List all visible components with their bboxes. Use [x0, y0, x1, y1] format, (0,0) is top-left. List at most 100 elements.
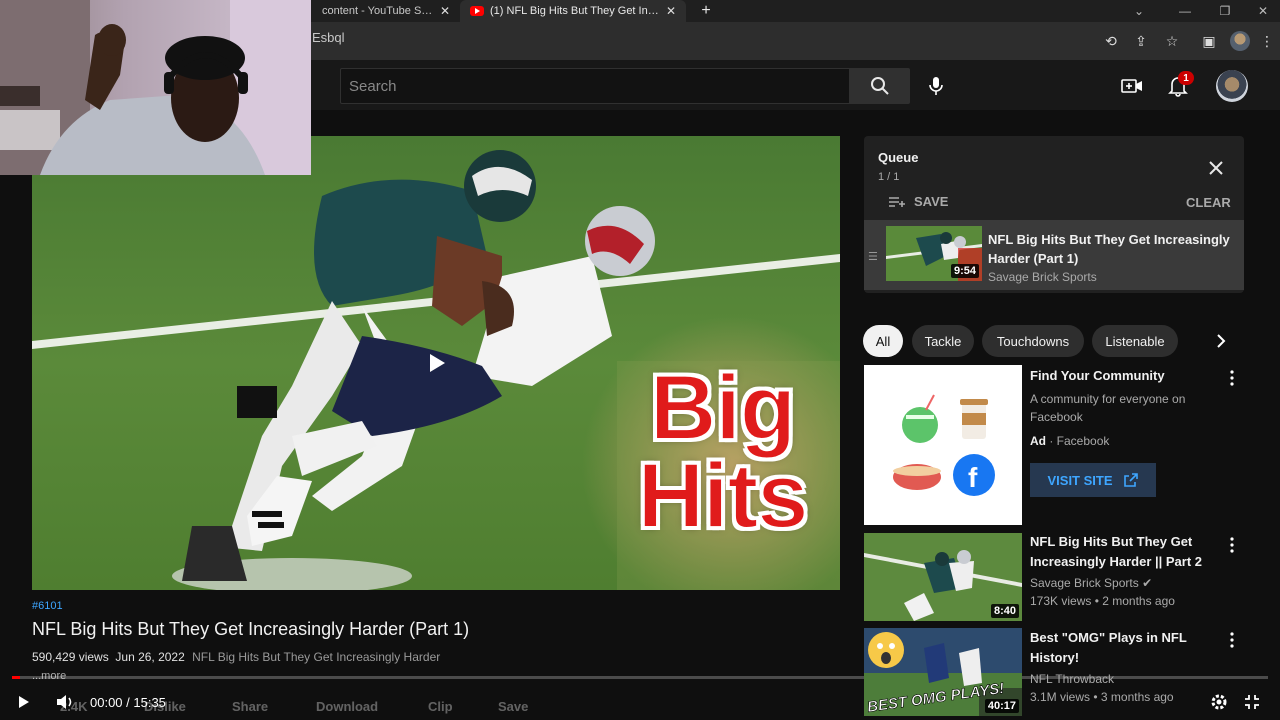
exit-fullscreen-icon — [1245, 695, 1259, 709]
close-icon — [1209, 161, 1223, 175]
webcam-image — [0, 0, 311, 175]
account-avatar[interactable] — [1216, 70, 1248, 102]
play-icon — [19, 696, 29, 708]
new-tab-button[interactable]: + — [694, 0, 718, 22]
streamer-webcam — [0, 0, 311, 175]
share-page-icon[interactable]: ⇪ — [1130, 31, 1152, 51]
queue-save-label: SAVE — [914, 194, 949, 209]
ad-menu-button[interactable] — [1222, 366, 1242, 390]
search-input[interactable] — [349, 77, 841, 95]
chip-all[interactable]: All — [863, 325, 903, 357]
ad-sponsor-line: Ad · Facebook — [1030, 434, 1110, 448]
voice-search-button[interactable] — [920, 70, 952, 102]
tab-label: (1) NFL Big Hits But They Get Increasing… — [490, 5, 660, 17]
search-button[interactable] — [850, 68, 910, 104]
tab-current-video[interactable]: (1) NFL Big Hits But They Get Increasing… — [460, 0, 686, 22]
queue-item-duration: 9:54 — [950, 264, 979, 278]
recommendation-channel[interactable]: NFL Throwback — [1030, 670, 1220, 688]
queue-clear-button[interactable]: CLEAR — [1186, 195, 1231, 210]
queue-count: 1 / 1 — [878, 171, 900, 183]
save-button[interactable]: Save — [498, 699, 528, 714]
bookmark-star-icon[interactable]: ☆ — [1161, 31, 1183, 51]
verified-icon: ✔ — [1142, 576, 1153, 590]
update-icon[interactable]: ⟲ — [1100, 31, 1122, 51]
recommendation-title[interactable]: NFL Big Hits But They Get Increasingly H… — [1030, 532, 1220, 572]
tab-search-icon[interactable]: ⌄ — [1116, 0, 1162, 22]
chevron-right-icon — [1217, 334, 1226, 348]
play-overlay-icon[interactable] — [425, 351, 449, 375]
microphone-icon — [929, 77, 943, 95]
tab-youtube-studio[interactable]: content - YouTube Studio ✕ — [312, 0, 460, 22]
create-button[interactable] — [1116, 70, 1148, 102]
browser-profile-avatar[interactable] — [1230, 31, 1250, 51]
notification-badge: 1 — [1178, 71, 1194, 85]
video-stats: 590,429 views Jun 26, 2022 NFL Big Hits … — [32, 650, 440, 664]
chips-next-button[interactable] — [1208, 328, 1234, 354]
queue-title: Queue — [878, 150, 919, 165]
queue-panel: Queue 1 / 1 SAVE CLEAR ☰ 9:54 NFL Big Hi… — [864, 136, 1244, 293]
thumbnail-text-hits: Hits — [637, 445, 810, 547]
notifications-button[interactable]: 1 — [1162, 70, 1194, 102]
ad-info: Find Your Community A community for ever… — [1030, 366, 1220, 450]
ad-title[interactable]: Find Your Community — [1030, 366, 1220, 386]
more-vert-icon — [1230, 632, 1234, 648]
share-button[interactable]: Share — [232, 699, 268, 714]
drag-handle-icon[interactable]: ☰ — [868, 250, 882, 263]
volume-icon — [57, 695, 72, 709]
video-hashtag[interactable]: #6101 — [32, 600, 63, 612]
ad-advertiser: Facebook — [1056, 434, 1110, 448]
visit-site-button[interactable]: VISIT SITE — [1030, 463, 1156, 497]
recommendation-title[interactable]: Best "OMG" Plays in NFL History! — [1030, 628, 1220, 668]
thumbnail-text-big: Big — [649, 357, 797, 459]
chip-touchdowns[interactable]: Touchdowns — [982, 325, 1084, 357]
queue-save-button[interactable]: SAVE — [888, 194, 948, 209]
window-close-icon[interactable]: ✕ — [1240, 0, 1280, 22]
ad-description: A community for everyone on Facebook — [1030, 392, 1186, 424]
play-button[interactable] — [18, 688, 38, 716]
queue-item-info: NFL Big Hits But They Get Increasingly H… — [988, 230, 1234, 284]
upload-date: Jun 26, 2022 — [115, 650, 185, 664]
recommendation-info: Best "OMG" Plays in NFL History! NFL Thr… — [1030, 628, 1220, 706]
search-field — [340, 68, 850, 104]
thumbnail-overlay-text: Big Hits — [620, 357, 825, 547]
playlist-add-icon — [889, 196, 905, 207]
video-title: NFL Big Hits But They Get Increasingly H… — [32, 619, 470, 639]
video-tags[interactable]: NFL Big Hits But They Get Increasingly H… — [192, 650, 440, 664]
more-vert-icon — [1230, 537, 1234, 553]
recommendation-menu-button[interactable] — [1222, 533, 1242, 557]
sidebar-icon[interactable]: ▣ — [1198, 31, 1220, 51]
tab-label: content - YouTube Studio — [322, 5, 434, 17]
close-icon[interactable]: ✕ — [440, 4, 450, 18]
url-text[interactable]: Esbql — [312, 30, 345, 45]
recommendation-duration: 8:40 — [990, 604, 1019, 618]
external-link-icon — [1123, 473, 1138, 487]
queue-item-channel: Savage Brick Sports — [988, 270, 1097, 284]
visit-site-label: VISIT SITE — [1047, 472, 1113, 488]
ad-thumbnail[interactable]: f — [864, 365, 1022, 525]
chip-listenable[interactable]: Listenable — [1092, 325, 1178, 357]
view-count: 590,429 views — [32, 650, 109, 664]
queue-item[interactable]: ☰ 9:54 NFL Big Hits But They Get Increas… — [864, 220, 1244, 290]
search-icon — [871, 77, 889, 95]
chip-tackle[interactable]: Tackle — [912, 325, 974, 357]
time-display: 00:00 / 15:35 — [90, 694, 166, 710]
recommendation-thumbnail[interactable]: BEST OMG PLAYS! 40:17 — [864, 628, 1022, 716]
volume-button[interactable] — [56, 688, 78, 716]
youtube-favicon-icon — [470, 6, 484, 16]
queue-item-title[interactable]: NFL Big Hits But They Get Increasingly H… — [988, 230, 1234, 268]
browser-menu-icon[interactable]: ⋮ — [1256, 31, 1278, 51]
recommendation-duration: 40:17 — [984, 699, 1019, 713]
more-vert-icon — [1230, 370, 1234, 386]
recommendation-thumbnail[interactable]: 8:40 — [864, 533, 1022, 621]
queue-item-thumbnail[interactable]: 9:54 — [886, 226, 982, 281]
close-icon[interactable]: ✕ — [666, 4, 676, 18]
recommendation-menu-button[interactable] — [1222, 628, 1242, 652]
exit-fullscreen-button[interactable] — [1244, 688, 1264, 716]
clip-button[interactable]: Clip — [428, 699, 453, 714]
download-button[interactable]: Download — [316, 699, 378, 714]
video-player[interactable]: Big Hits — [32, 136, 840, 590]
svg-text:f: f — [968, 462, 978, 493]
recommendation-channel[interactable]: Savage Brick Sports ✔ — [1030, 574, 1220, 592]
recommendation-meta: 3.1M views • 3 months ago — [1030, 690, 1174, 704]
queue-close-button[interactable] — [1204, 156, 1228, 180]
